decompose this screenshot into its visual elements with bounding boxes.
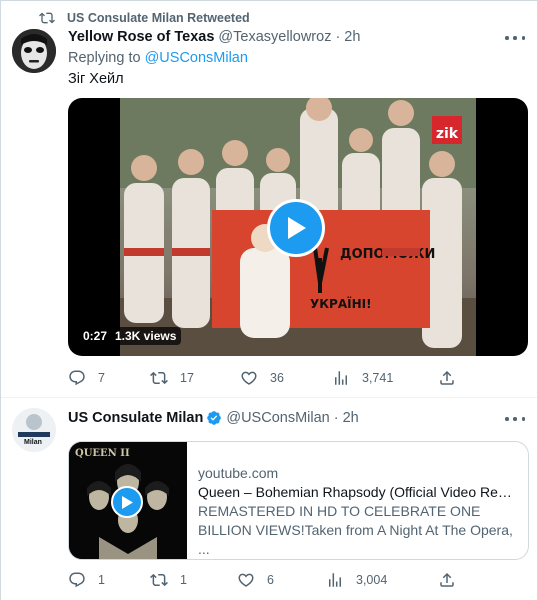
more-icon-dot — [521, 36, 525, 40]
channel-watermark: zik — [432, 116, 462, 144]
tweet-header: US Consulate Milan @USConsMilan · 2h — [68, 410, 359, 426]
link-card[interactable]: QUEEN II youtube.com Queen – Bohemian Rh… — [68, 441, 529, 560]
views-count: 3,004 — [356, 573, 388, 587]
avatar-caption: Milan — [24, 439, 42, 446]
views-icon — [329, 573, 341, 587]
reply-count: 7 — [98, 371, 105, 385]
avatar[interactable] — [12, 29, 56, 73]
retweet-button[interactable]: 1 — [150, 571, 187, 589]
video-duration: 0:27 — [78, 327, 113, 345]
play-icon — [122, 495, 133, 509]
album-logo-text: QUEEN II — [75, 448, 130, 459]
views-count: 3,741 — [362, 371, 394, 385]
author-handle[interactable]: @Texasyellowroz — [218, 29, 331, 45]
share-button[interactable] — [438, 571, 468, 589]
timeline: US Consulate Milan Retweeted Yellow Rose… — [0, 0, 538, 600]
replying-label: Replying to — [68, 50, 141, 66]
share-button[interactable] — [438, 369, 468, 387]
reply-count: 1 — [98, 573, 105, 587]
views-icon — [335, 371, 347, 385]
video-views: 1.3K views — [110, 327, 182, 345]
like-icon — [241, 371, 257, 385]
play-button[interactable] — [267, 199, 325, 257]
reply-button[interactable]: 7 — [68, 369, 105, 387]
retweet-context-text: US Consulate Milan Retweeted — [67, 11, 250, 25]
card-title[interactable]: Queen – Bohemian Rhapsody (Official Vide… — [198, 483, 520, 502]
author-handle[interactable]: @USConsMilan — [226, 410, 329, 426]
author-name[interactable]: Yellow Rose of Texas — [68, 29, 214, 45]
tweet-time[interactable]: · 2h — [335, 29, 360, 45]
replying-handle-link[interactable]: @USConsMilan — [145, 50, 248, 66]
more-icon-dot — [513, 36, 517, 40]
like-button[interactable]: 6 — [237, 571, 274, 589]
more-icon — [505, 417, 509, 421]
reply-icon — [69, 572, 85, 588]
play-icon — [288, 217, 306, 239]
retweet-icon — [150, 573, 168, 587]
retweet-count: 17 — [180, 371, 194, 385]
tweet-time[interactable]: · 2h — [334, 410, 359, 426]
tweet-header: Yellow Rose of Texas @Texasyellowroz · 2… — [68, 29, 360, 45]
tweet-actions: 7 17 36 3,741 — [68, 369, 468, 389]
like-icon — [238, 573, 254, 587]
tweet-retweeted[interactable]: US Consulate Milan Retweeted Yellow Rose… — [1, 1, 537, 398]
like-count: 6 — [267, 573, 274, 587]
share-icon — [440, 370, 454, 385]
more-button[interactable] — [505, 412, 525, 426]
retweet-count: 1 — [180, 573, 187, 587]
more-icon-dot — [513, 417, 517, 421]
card-play-button[interactable] — [111, 486, 143, 518]
video-player[interactable]: ДОПОМОЖИ УКРАЇНІ! zik 0:27 1.3K views — [68, 98, 528, 356]
card-domain: youtube.com — [198, 465, 279, 481]
more-button[interactable] — [505, 31, 525, 45]
replying-to: Replying to @USConsMilan — [68, 50, 248, 66]
tweet-actions: 1 1 6 3,004 — [68, 571, 468, 591]
retweet-icon — [39, 12, 55, 24]
like-count: 36 — [270, 371, 284, 385]
retweet-icon — [150, 371, 168, 385]
more-icon-dot — [521, 417, 525, 421]
retweet-button[interactable]: 17 — [150, 369, 194, 387]
reply-icon — [69, 370, 85, 386]
share-icon — [440, 572, 454, 587]
verified-icon — [207, 411, 222, 425]
like-button[interactable]: 36 — [240, 369, 284, 387]
more-icon — [505, 36, 509, 40]
retweet-context[interactable]: US Consulate Milan Retweeted — [39, 10, 250, 26]
reply-button[interactable]: 1 — [68, 571, 105, 589]
author-name[interactable]: US Consulate Milan — [68, 410, 203, 426]
views-button[interactable]: 3,004 — [326, 571, 387, 589]
tweet-text: Зіг Хейл — [68, 71, 124, 87]
card-thumbnail: QUEEN II — [69, 442, 187, 559]
avatar-image — [12, 29, 56, 73]
card-description: REMASTERED IN HD TO CELEBRATE ONE BILLIO… — [198, 503, 513, 557]
svg-text:УКРАЇНІ!: УКРАЇНІ! — [310, 296, 372, 311]
views-button[interactable]: 3,741 — [332, 369, 393, 387]
card-text: youtube.com Queen – Bohemian Rhapsody (O… — [198, 464, 520, 559]
